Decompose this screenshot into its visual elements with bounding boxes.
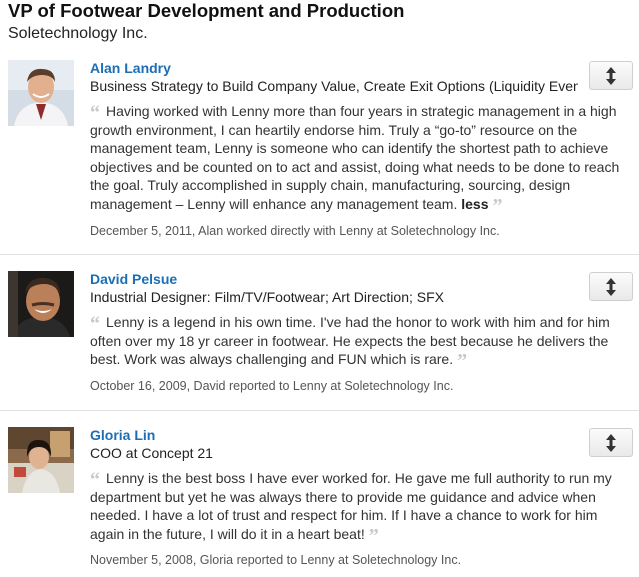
close-quote-icon: ” — [368, 524, 379, 547]
reorder-button[interactable] — [589, 61, 633, 90]
divider — [0, 410, 639, 411]
up-down-arrows-icon — [606, 433, 616, 452]
recommender-name[interactable]: Gloria Lin — [90, 427, 625, 444]
up-down-arrows-icon — [606, 66, 616, 85]
recommender-headline: COO at Concept 21 — [90, 445, 213, 461]
recommendation-text: “Lenny is a legend in his own time. I've… — [90, 313, 625, 373]
recommendation-text: “Having worked with Lenny more than four… — [90, 102, 625, 217]
recommender-headline: Business Strategy to Build Company Value… — [90, 78, 578, 94]
recommendation-body: Having worked with Lenny more than four … — [90, 103, 620, 212]
close-quote-icon: ” — [457, 350, 468, 373]
avatar[interactable] — [8, 60, 74, 126]
less-link[interactable]: less — [461, 196, 488, 212]
close-quote-icon: ” — [492, 194, 503, 217]
avatar[interactable] — [8, 427, 74, 493]
divider — [0, 254, 639, 255]
reorder-button[interactable] — [589, 272, 633, 301]
recommendation-body: Lenny is a legend in his own time. I've … — [90, 314, 610, 368]
recommendation-meta: October 16, 2009, David reported to Lenn… — [90, 378, 454, 393]
reorder-button[interactable] — [589, 428, 633, 457]
recommender-headline: Industrial Designer: Film/TV/Footwear; A… — [90, 289, 444, 305]
avatar[interactable] — [8, 271, 74, 337]
position-header: VP of Footwear Development and Productio… — [8, 0, 628, 45]
up-down-arrows-icon — [606, 277, 616, 296]
recommender-name[interactable]: David Pelsue — [90, 271, 625, 288]
recommendation-body: Lenny is the best boss I have ever worke… — [90, 470, 612, 542]
recommendation-text: “Lenny is the best boss I have ever work… — [90, 469, 625, 546]
recommendation-meta: December 5, 2011, Alan worked directly w… — [90, 223, 500, 238]
position-title: VP of Footwear Development and Productio… — [8, 0, 405, 21]
company-name: Soletechnology Inc. — [8, 25, 148, 42]
recommendation-meta: November 5, 2008, Gloria reported to Len… — [90, 553, 462, 568]
recommender-name[interactable]: Alan Landry — [90, 60, 625, 77]
